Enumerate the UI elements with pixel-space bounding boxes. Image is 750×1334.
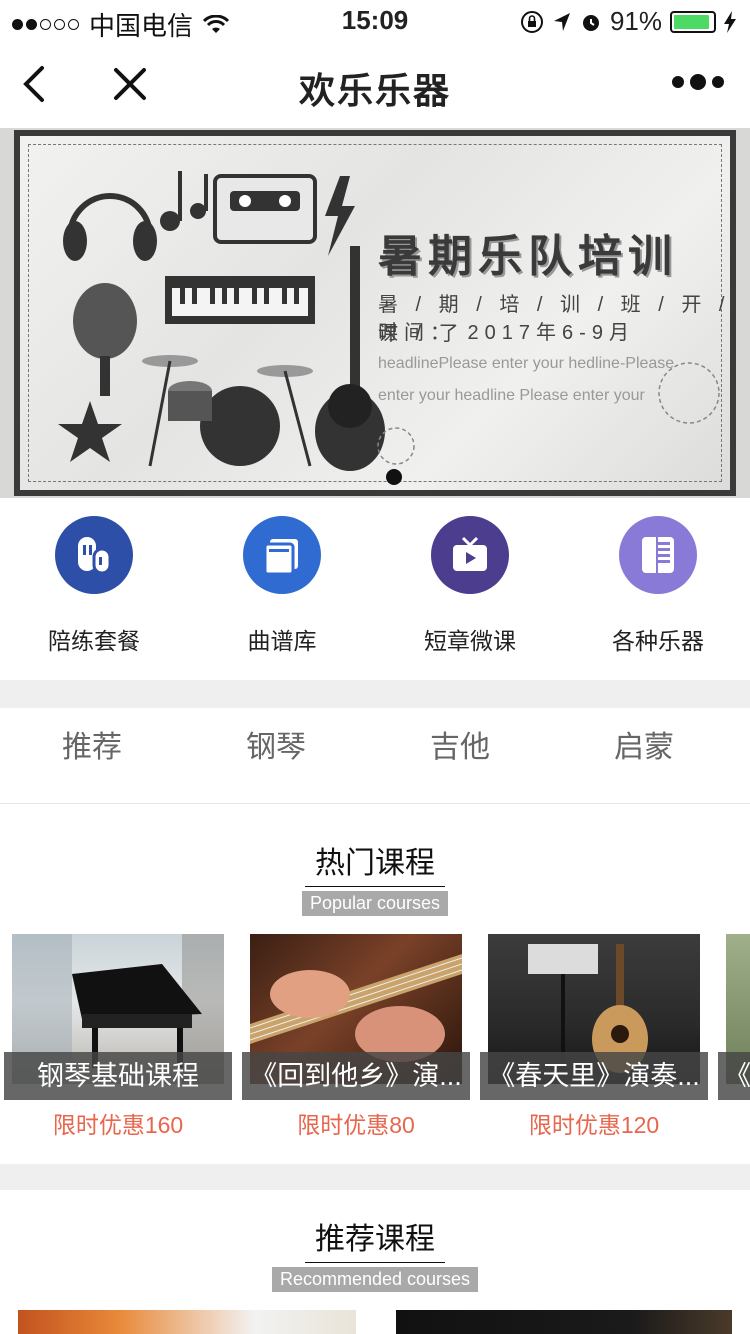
- more-options-icon[interactable]: [672, 74, 724, 90]
- location-arrow-icon: [553, 12, 570, 31]
- quick-entry-label: 各种乐器: [612, 628, 704, 654]
- quick-entry-label: 陪练套餐: [48, 628, 140, 654]
- banner-placeholder-text: headlinePlease enter your hedline-Please…: [378, 355, 675, 404]
- hot-courses-heading: 热门课程 Popular courses: [0, 838, 750, 916]
- quick-entry-grid: 陪练套餐 曲谱库 短章微课 各种乐器: [0, 498, 750, 680]
- tab-recommended[interactable]: 推荐: [0, 722, 184, 766]
- battery-icon: [670, 10, 716, 33]
- course-card[interactable]: 《: [718, 934, 750, 1144]
- banner-title: 暑期乐队培训: [378, 232, 678, 281]
- page-title: 欢乐乐器: [298, 70, 451, 111]
- alarm-icon: [582, 14, 599, 31]
- section-divider: [0, 1164, 750, 1190]
- promo-banner[interactable]: 暑期乐队培训 暑 / 期 / 培 / 训 / 班 / 开 / 课 / 了 时间：…: [0, 128, 750, 498]
- orientation-lock-icon: [520, 10, 543, 33]
- decorative-circle-small-icon: [377, 427, 415, 465]
- course-title: 《春天里》演奏...: [480, 1052, 708, 1100]
- recommended-courses-heading: 推荐课程 Recommended courses: [0, 1214, 750, 1292]
- recommended-course-image[interactable]: [18, 1310, 356, 1334]
- quick-entry-sheet-library[interactable]: 曲谱库: [188, 516, 376, 656]
- course-price: 限时优惠80: [297, 1112, 415, 1138]
- category-tabs: 推荐 钢琴 吉他 启蒙: [0, 708, 750, 804]
- course-title: 《: [718, 1052, 750, 1100]
- course-price: 限时优惠120: [528, 1112, 660, 1138]
- section-title: 热门课程: [305, 838, 445, 887]
- hot-courses-carousel[interactable]: 钢琴基础课程 限时优惠160 《回到他乡》演... 限时优惠80 《春天里》演奏…: [0, 934, 750, 1144]
- course-card[interactable]: 钢琴基础课程 限时优惠160: [4, 934, 232, 1144]
- course-title: 钢琴基础课程: [4, 1052, 232, 1100]
- status-right: 91%: [520, 6, 736, 37]
- course-card[interactable]: 《春天里》演奏... 限时优惠120: [480, 934, 708, 1144]
- decorative-circle-icon: [658, 362, 720, 424]
- quick-entry-instruments[interactable]: 各种乐器: [564, 516, 750, 656]
- banner-frame: 暑期乐队培训 暑 / 期 / 培 / 训 / 班 / 开 / 课 / 了 时间：…: [14, 130, 736, 496]
- duet-icon: [55, 516, 133, 594]
- recommended-courses-row: [0, 1306, 750, 1334]
- quick-entry-label: 短章微课: [424, 628, 516, 654]
- quick-entry-label: 曲谱库: [247, 628, 317, 654]
- charging-icon: [724, 10, 736, 33]
- tab-piano[interactable]: 钢琴: [184, 722, 368, 766]
- video-icon: [431, 516, 509, 594]
- course-title: 《回到他乡》演...: [242, 1052, 470, 1100]
- sheet-music-icon: [243, 516, 321, 594]
- tab-enlightenment[interactable]: 启蒙: [552, 722, 736, 766]
- section-subtitle: Popular courses: [301, 891, 449, 916]
- course-card[interactable]: 《回到他乡》演... 限时优惠80: [242, 934, 470, 1144]
- banner-pager-dot[interactable]: [386, 469, 402, 485]
- course-price: 限时优惠160: [52, 1112, 184, 1138]
- section-title: 推荐课程: [305, 1214, 445, 1263]
- quick-entry-practice[interactable]: 陪练套餐: [0, 516, 188, 656]
- recommended-course-image[interactable]: [396, 1310, 732, 1334]
- nav-bar: 欢乐乐器: [0, 40, 750, 128]
- instruments-illustration: [58, 171, 385, 471]
- section-divider: [0, 680, 750, 708]
- section-subtitle: Recommended courses: [271, 1267, 479, 1292]
- status-bar: 中国电信 15:09 91%: [0, 0, 750, 41]
- tab-guitar[interactable]: 吉他: [368, 722, 552, 766]
- keyboard-icon: [619, 516, 697, 594]
- battery-percent: 91%: [609, 6, 662, 36]
- quick-entry-micro-lessons[interactable]: 短章微课: [376, 516, 564, 656]
- banner-date: 时间： 2017年6-9月: [378, 322, 635, 344]
